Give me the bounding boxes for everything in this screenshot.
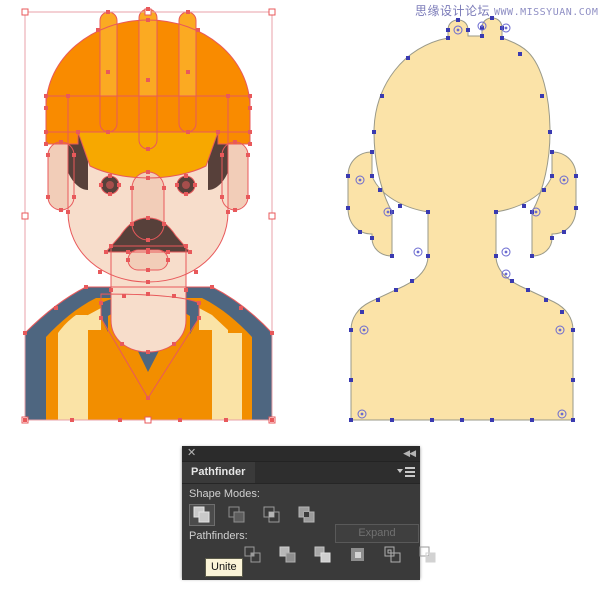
shape-mode-intersect-button[interactable] [259, 504, 285, 526]
pathfinder-merge-button[interactable] [310, 544, 336, 566]
shape-mode-minus-front-button[interactable] [224, 504, 250, 526]
unite-icon [194, 507, 211, 524]
merge-icon [315, 547, 332, 564]
minus-back-icon [420, 547, 437, 564]
right-artwork-united[interactable] [300, 0, 600, 440]
expand-button[interactable]: Expand [335, 524, 419, 543]
pathfinder-crop-button[interactable] [345, 544, 371, 566]
pathfinder-outline-button[interactable] [380, 544, 406, 566]
panel-titlebar[interactable]: ✕ ◀◀ [182, 446, 420, 462]
collapse-to-icons-icon[interactable]: ◀◀ [403, 447, 415, 460]
pathfinders-label: Pathfinders: [189, 530, 248, 542]
exclude-icon [299, 507, 316, 524]
left-artwork-selected[interactable] [0, 0, 300, 440]
unite-tooltip: Unite [205, 558, 243, 577]
pathfinder-trim-button[interactable] [275, 544, 301, 566]
pathfinder-minus-back-button[interactable] [415, 544, 441, 566]
panel-tabbar[interactable]: Pathfinder [182, 462, 420, 484]
panel-menu-icon[interactable] [397, 465, 415, 479]
panel-body: Shape Modes: Pathfinders: [182, 484, 420, 580]
outline-icon [385, 547, 402, 564]
watermark-url-text: WWW.MISSYUAN.COM [494, 7, 598, 18]
watermark-chinese-text: 思缘设计论坛 [415, 4, 490, 18]
tab-pathfinder[interactable]: Pathfinder [182, 462, 255, 483]
close-icon[interactable]: ✕ [187, 447, 196, 460]
shape-mode-exclude-button[interactable] [294, 504, 320, 526]
shape-mode-unite-button[interactable] [189, 504, 215, 526]
illustrator-canvas: 思缘设计论坛 WWW.MISSYUAN.COM ✕ ◀◀ Pathfinder S… [0, 0, 600, 597]
pathfinder-divide-button[interactable] [240, 544, 266, 566]
shape-modes-label: Shape Modes: [189, 488, 260, 500]
pathfinder-panel[interactable]: ✕ ◀◀ Pathfinder Shape Modes: Pathfinders… [182, 446, 420, 578]
trim-icon [280, 547, 297, 564]
minus-front-icon [229, 507, 246, 524]
crop-icon [350, 547, 367, 564]
forum-watermark: 思缘设计论坛 WWW.MISSYUAN.COM [415, 2, 598, 19]
intersect-icon [264, 507, 281, 524]
divide-icon [245, 547, 262, 564]
